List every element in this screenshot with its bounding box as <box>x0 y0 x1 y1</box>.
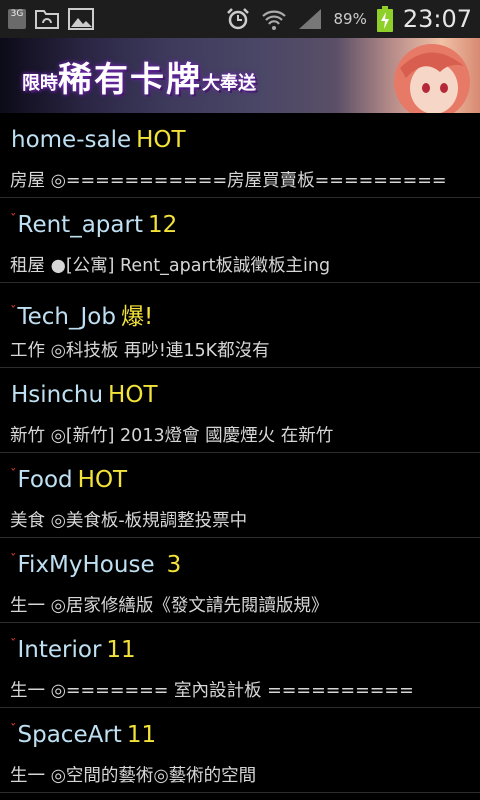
unread-mark-icon: ˇ <box>10 305 17 320</box>
banner-text-right: 大奉送 <box>202 73 256 94</box>
board-row[interactable]: ˇFixMyHouse 3 生一 ◎居家修繕版《發文請先閱讀版規》 <box>0 538 480 623</box>
board-row[interactable]: ˇFood HOT 美食 ◎美食板-板規調整投票中 <box>0 453 480 538</box>
board-name: Interior <box>17 637 102 663</box>
board-name: SpaceArt <box>17 722 122 748</box>
board-title-line: home-sale HOT <box>10 113 480 159</box>
board-title-line: ˇRent_apart 12 <box>10 198 480 244</box>
board-title-line: ˇInterior 11 <box>10 623 480 669</box>
board-indicator: 12 <box>147 212 178 238</box>
status-bar: 3G 89% 23:07 <box>0 0 480 38</box>
battery-percent: 89% <box>333 10 367 28</box>
board-name: home-sale <box>11 127 132 153</box>
image-icon <box>68 8 94 30</box>
board-name: Rent_apart <box>17 212 143 238</box>
board-indicator: HOT <box>77 467 128 493</box>
3g-badge-icon: 3G <box>8 9 26 29</box>
banner-text-left: 限時 <box>22 73 58 94</box>
board-title-line: Hsinchu HOT <box>10 368 480 414</box>
signal-icon <box>299 9 322 29</box>
board-description: 生一 ◎空間的藝術◎藝術的空間 <box>10 766 257 786</box>
unread-mark-icon: ˇ <box>10 723 17 738</box>
battery-charging-icon <box>376 6 393 32</box>
board-description: 美食 ◎美食板-板規調整投票中 <box>10 511 248 531</box>
board-title-line: ˇFixMyHouse 3 <box>10 538 480 584</box>
banner-text-main: 稀有卡牌 <box>58 60 202 100</box>
board-indicator: 爆! <box>120 304 154 330</box>
board-indicator: 3 <box>166 552 182 578</box>
clock: 23:07 <box>402 5 472 33</box>
alarm-icon <box>227 8 250 30</box>
board-description: 生一 ◎居家修繕版《發文請先閱讀版規》 <box>10 596 329 616</box>
board-name: Hsinchu <box>11 382 104 408</box>
board-description: 房屋 ◎===========房屋買賣板========= <box>10 171 447 191</box>
board-title-line: ˇSpaceArt 11 <box>10 708 480 754</box>
board-description: 租屋 ●[公寓] Rent_apart板誠徵板主ing <box>10 256 331 276</box>
board-indicator: 11 <box>126 722 157 748</box>
unread-mark-icon: ˇ <box>10 638 17 653</box>
board-row[interactable]: home-sale HOT 房屋 ◎===========房屋買賣板=======… <box>0 113 480 198</box>
banner-headline: 限時 稀有卡牌 大奉送 <box>22 52 256 101</box>
file-icon <box>35 10 59 29</box>
unread-mark-icon: ˇ <box>10 553 17 568</box>
unread-mark-icon: ˇ <box>10 213 17 228</box>
board-row[interactable]: Hsinchu HOT 新竹 ◎[新竹] 2013燈會 國慶煙火 在新竹 <box>0 368 480 453</box>
board-row[interactable]: ˇInterior 11 生一 ◎======= 室內設計板 ========== <box>0 623 480 708</box>
board-indicator: HOT <box>136 127 186 153</box>
unread-mark-icon: ˇ <box>10 468 17 483</box>
board-description: 新竹 ◎[新竹] 2013燈會 國慶煙火 在新竹 <box>10 426 334 446</box>
board-row[interactable]: ˇSpaceArt 11 生一 ◎空間的藝術◎藝術的空間 <box>0 708 480 793</box>
board-indicator: 11 <box>106 637 136 663</box>
wifi-icon <box>262 10 287 30</box>
promo-banner[interactable]: 限時 稀有卡牌 大奉送 <box>0 38 480 113</box>
board-row[interactable]: ˇRent_apart 12 租屋 ●[公寓] Rent_apart板誠徵板主in… <box>0 198 480 283</box>
board-row[interactable]: ˇTech_Job 爆! 工作 ◎科技板 再吵!連15K都沒有 <box>0 283 480 368</box>
board-name: Food <box>17 467 73 493</box>
board-name: Tech_Job <box>17 304 116 330</box>
board-description: 工作 ◎科技板 再吵!連15K都沒有 <box>10 341 270 361</box>
board-description: 生一 ◎======= 室內設計板 ========== <box>10 681 414 701</box>
banner-character-art <box>394 44 470 113</box>
board-list: home-sale HOT 房屋 ◎===========房屋買賣板=======… <box>0 113 480 793</box>
board-name: FixMyHouse <box>17 552 155 578</box>
board-title-line: ˇTech_Job 爆! <box>10 283 480 330</box>
board-title-line: ˇFood HOT <box>10 453 480 499</box>
board-indicator: HOT <box>108 382 158 408</box>
